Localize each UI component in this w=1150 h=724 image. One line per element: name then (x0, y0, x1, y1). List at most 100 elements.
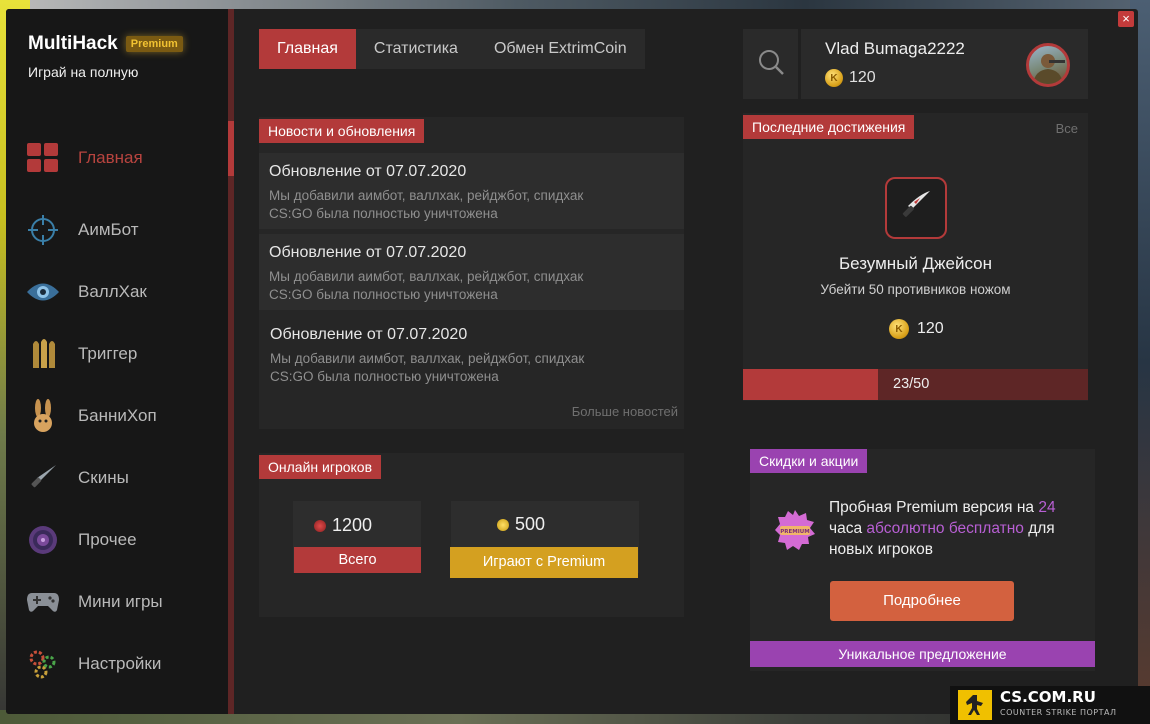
sidebar-item-label: Триггер (78, 344, 138, 363)
eye-icon (26, 275, 60, 309)
details-button[interactable]: Подробнее (830, 581, 1014, 621)
username: Vlad Bumaga2222 (825, 39, 965, 58)
achievement-name: Безумный Джейсон (838, 254, 993, 273)
achievements-section-label: Последние достижения (743, 115, 915, 139)
target-icon (26, 523, 60, 557)
news-description: Мы добавили аимбот, валлхак, рейджбот, с… (269, 269, 584, 284)
sidebar-item-settings[interactable]: Настройки (26, 633, 226, 695)
online-premium-value: 500 (515, 514, 546, 534)
progress-text: 23/50 (893, 376, 930, 392)
online-premium-label: Играют с Premium (450, 547, 638, 578)
online-total-value: 1200 (332, 515, 373, 535)
tab-exchange[interactable]: Обмен ExtrimCoin (476, 29, 645, 69)
sidebar-item-label: Мини игры (78, 592, 163, 611)
tab-home[interactable]: Главная (259, 29, 356, 69)
tab-statistics[interactable]: Статистика (356, 29, 476, 69)
premium-badge-icon: PREMIUM (775, 510, 815, 550)
bunny-icon (26, 399, 60, 433)
sidebar-item-bunnyhop[interactable]: БанниХоп (26, 385, 226, 447)
gears-icon (26, 647, 60, 681)
sidebar-scrollbar[interactable] (228, 9, 234, 714)
coin-icon: K (889, 319, 909, 339)
promo-text-part: часа (829, 520, 867, 537)
progress-fill (743, 369, 878, 400)
app-window: × MultiHack Premium Играй на полную Глав… (6, 9, 1138, 714)
online-premium-count: 500 (497, 514, 545, 535)
sidebar-item-label: Настройки (78, 654, 162, 673)
user-box[interactable]: Vlad Bumaga2222 K 120 (801, 29, 1088, 99)
premium-badge: Premium (125, 36, 183, 52)
sidebar-item-wallhack[interactable]: ВаллХак (26, 261, 226, 323)
news-panel: Обновление от 07.07.2020 Мы добавили аим… (259, 117, 684, 429)
promo-highlight: 24 (1038, 499, 1056, 516)
online-section-label: Онлайн игроков (259, 455, 382, 479)
red-dot-icon (314, 519, 326, 532)
grid-icon (26, 141, 60, 175)
news-description: CS:GO была полностью уничтожена (269, 206, 498, 221)
tagline: Играй на полную (28, 64, 139, 80)
scrollbar-thumb[interactable] (228, 121, 234, 176)
site-watermark: CS.COM.RU COUNTER STRIKE ПОРТАЛ (950, 686, 1150, 724)
news-description: Мы добавили аимбот, валлхак, рейджбот, с… (270, 351, 585, 366)
sidebar-item-label: ВаллХак (78, 282, 147, 301)
sidebar-item-minigames[interactable]: Мини игры (26, 571, 226, 633)
close-button[interactable]: × (1118, 11, 1134, 27)
unique-offer-bar: Уникальное предложение (750, 641, 1095, 667)
news-description: CS:GO была полностью уничтожена (269, 287, 498, 302)
achievement-reward: K 120 (889, 319, 944, 339)
watermark-subtitle: COUNTER STRIKE ПОРТАЛ (1000, 708, 1117, 717)
sidebar-item-label: Прочее (78, 530, 137, 549)
news-description: CS:GO была полностью уничтожена (270, 369, 499, 384)
online-total-count: 1200 (314, 515, 372, 536)
bullets-icon (26, 337, 60, 371)
profile-bar: Vlad Bumaga2222 K 120 (743, 29, 1088, 99)
sidebar-item-trigger[interactable]: Триггер (26, 323, 226, 385)
search-icon (757, 48, 785, 81)
promo-section-label: Скидки и акции (750, 449, 868, 473)
gamepad-icon (26, 585, 60, 619)
knife-icon (26, 461, 60, 495)
news-item[interactable]: Обновление от 07.07.2020 Мы добавили аим… (259, 316, 684, 392)
balance: K 120 (825, 69, 876, 87)
sidebar-nav: Главная АимБот ВаллХак Триггер БанниХоп … (26, 117, 226, 695)
balance-value: 120 (849, 69, 876, 86)
watermark-text: CS.COM.RU COUNTER STRIKE ПОРТАЛ (1000, 690, 1117, 720)
brand: MultiHack Premium (28, 33, 183, 55)
more-news-link[interactable]: Больше новостей (572, 404, 678, 419)
counter-strike-logo-icon (958, 690, 992, 720)
news-section-label: Новости и обновления (259, 119, 425, 143)
achievement-reward-value: 120 (917, 320, 944, 337)
watermark-site: CS.COM.RU (1000, 688, 1096, 706)
achievement-badge (885, 177, 947, 239)
news-title: Обновление от 07.07.2020 (269, 244, 467, 261)
achievements-panel: Все Безумный Джейсон Убейти 50 противник… (743, 113, 1088, 401)
sidebar-item-other[interactable]: Прочее (26, 509, 226, 571)
achievement-progress: 23/50 (743, 369, 1088, 400)
news-item[interactable]: Обновление от 07.07.2020 Мы добавили аим… (259, 234, 684, 310)
news-item[interactable]: Обновление от 07.07.2020 Мы добавили аим… (259, 153, 684, 229)
news-title: Обновление от 07.07.2020 (269, 163, 467, 180)
premium-badge-text: PREMIUM (780, 529, 809, 535)
bloody-knife-icon (898, 188, 934, 229)
sidebar-item-home[interactable]: Главная (26, 117, 226, 199)
coin-icon: K (825, 69, 843, 87)
promo-text-part: Пробная Premium версия на (829, 499, 1039, 516)
avatar[interactable] (1026, 43, 1070, 87)
sidebar-item-label: АимБот (78, 220, 139, 239)
sidebar-item-label: Скины (78, 468, 129, 487)
crosshair-icon (26, 213, 60, 247)
promo-highlight: абсолютно бесплатно (866, 520, 1024, 537)
news-title: Обновление от 07.07.2020 (270, 326, 468, 343)
promo-panel: PREMIUM Пробная Premium версия на 24 час… (750, 449, 1095, 671)
search-button[interactable] (743, 29, 798, 99)
sidebar-item-skins[interactable]: Скины (26, 447, 226, 509)
sidebar-item-aimbot[interactable]: АимБот (26, 199, 226, 261)
gold-dot-icon (497, 518, 509, 531)
brand-name: MultiHack (28, 33, 118, 54)
sidebar: MultiHack Premium Играй на полную Главна… (6, 9, 228, 714)
promo-text: Пробная Premium версия на 24 часа абсолю… (829, 497, 1089, 560)
achievement-description: Убейти 50 противников ножом (820, 282, 1011, 297)
tab-bar: Главная Статистика Обмен ExtrimCoin (259, 29, 645, 69)
achievements-all-link[interactable]: Все (1056, 121, 1078, 136)
sidebar-item-label: Главная (78, 148, 143, 167)
